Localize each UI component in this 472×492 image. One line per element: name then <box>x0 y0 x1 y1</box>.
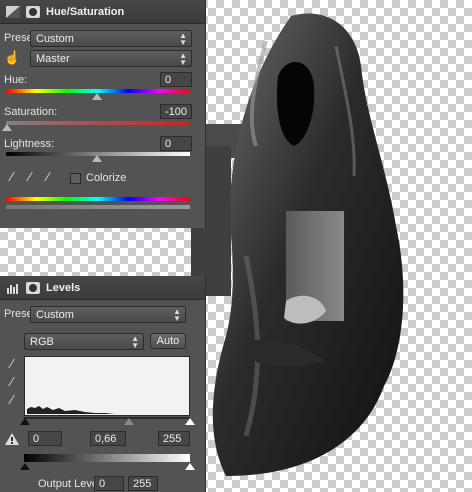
dropdown-arrows-icon: ▲ ▼ <box>173 307 181 323</box>
grim-reaper-figure <box>191 13 404 476</box>
colorize-label: Colorize <box>86 172 127 184</box>
input-gamma-field[interactable]: 0,66 <box>90 431 126 446</box>
layer-mask-icon[interactable] <box>26 281 40 294</box>
input-black-slider[interactable] <box>20 418 30 425</box>
output-black-slider[interactable] <box>20 463 30 470</box>
input-black-field[interactable]: 0 <box>28 431 62 446</box>
levels-channel-value: RGB <box>30 335 54 348</box>
layer-mask-icon[interactable] <box>26 5 40 18</box>
hand-target-icon[interactable]: ☝ <box>4 50 20 66</box>
hue-saturation-panel: Hue/Saturation Preset: Custom ▲ ▼ ☝ Maste… <box>0 0 206 228</box>
auto-button[interactable]: Auto <box>150 333 186 349</box>
input-white-field[interactable]: 255 <box>158 431 190 446</box>
adjustment-layer-icon <box>6 5 20 18</box>
clipping-warning-icon[interactable] <box>4 432 20 446</box>
gray-point-eyedropper-icon[interactable]: ⁄ <box>4 374 20 390</box>
eyedropper-icon[interactable]: ⁄ <box>4 169 20 185</box>
levels-header: Levels <box>0 276 205 300</box>
input-gamma-slider[interactable] <box>124 418 134 425</box>
eyedropper-minus-icon[interactable]: ⁄ <box>40 169 56 185</box>
levels-icon <box>7 283 18 294</box>
input-white-slider[interactable] <box>185 418 195 425</box>
hue-saturation-title: Hue/Saturation <box>46 5 125 18</box>
hue-saturation-header: Hue/Saturation <box>0 0 205 24</box>
levels-channel-dropdown[interactable]: RGB ▲ ▼ <box>24 333 144 350</box>
channel-dropdown[interactable]: Master ▲ ▼ <box>30 50 192 67</box>
levels-preset-value: Custom <box>36 308 74 321</box>
hue-input[interactable]: 0 <box>160 72 192 87</box>
output-levels-gradient <box>24 454 190 462</box>
saturation-slider-thumb[interactable] <box>2 124 12 131</box>
saturation-input[interactable]: -100 <box>160 104 192 119</box>
lightness-label: Lightness: <box>4 138 55 150</box>
levels-preset-dropdown[interactable]: Custom ▲ ▼ <box>30 306 186 323</box>
lightness-slider-thumb[interactable] <box>92 155 102 162</box>
hue-slider-thumb[interactable] <box>92 93 102 100</box>
black-point-eyedropper-icon[interactable]: ⁄ <box>4 356 20 372</box>
lightness-input[interactable]: 0 <box>160 136 192 151</box>
hue-label: Hue: <box>4 74 28 86</box>
levels-histogram <box>24 356 190 416</box>
input-color-bar <box>6 197 190 201</box>
preset-value: Custom <box>36 32 74 45</box>
output-black-field[interactable]: 0 <box>94 476 124 491</box>
colorize-checkbox[interactable] <box>70 172 81 184</box>
eyedropper-plus-icon[interactable]: ⁄ <box>22 169 38 185</box>
dropdown-arrows-icon: ▲ ▼ <box>131 334 139 350</box>
histogram-graph <box>27 406 189 414</box>
input-levels-track <box>24 417 190 419</box>
saturation-label: Saturation: <box>4 106 58 118</box>
saturation-gradient <box>6 121 190 125</box>
dropdown-arrows-icon: ▲ ▼ <box>179 51 187 67</box>
levels-panel: Levels Preset: Custom ▲ ▼ RGB ▲ ▼ Auto ⁄ ⁄… <box>0 276 206 492</box>
white-point-eyedropper-icon[interactable]: ⁄ <box>4 392 20 408</box>
output-white-slider[interactable] <box>185 463 195 470</box>
preset-dropdown[interactable]: Custom ▲ ▼ <box>30 30 192 47</box>
output-color-bar <box>6 205 190 209</box>
output-white-field[interactable]: 255 <box>128 476 158 491</box>
dropdown-arrows-icon: ▲ ▼ <box>179 31 187 47</box>
channel-value: Master <box>36 52 70 65</box>
levels-title: Levels <box>46 281 81 294</box>
